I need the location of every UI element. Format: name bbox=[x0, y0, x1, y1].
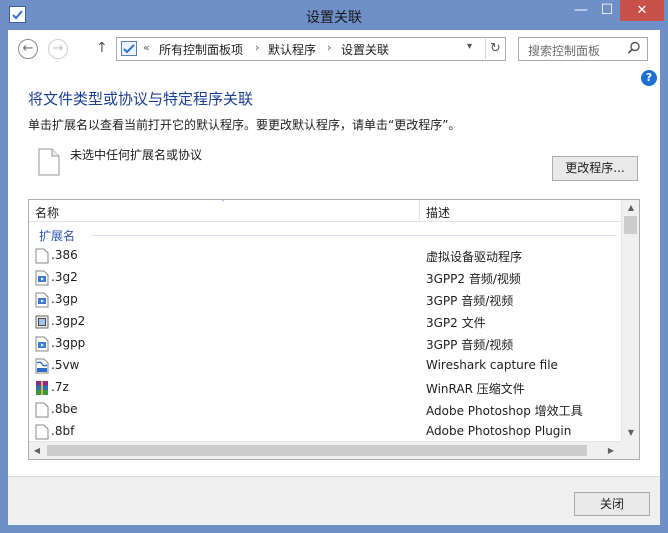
minimize-button[interactable]: — bbox=[568, 0, 594, 21]
extension-name: .8be bbox=[51, 402, 78, 416]
media-file-icon bbox=[35, 270, 49, 286]
close-button[interactable]: 关闭 bbox=[574, 492, 650, 516]
column-divider[interactable] bbox=[419, 200, 420, 222]
breadcrumb-control-panel[interactable]: 所有控制面板项 bbox=[159, 41, 243, 58]
extension-description: Wireshark capture file bbox=[426, 358, 558, 372]
help-icon[interactable]: ? bbox=[641, 70, 657, 86]
control-panel-icon bbox=[121, 41, 137, 56]
blank-file-icon bbox=[35, 424, 49, 440]
maximize-button[interactable]: ☐ bbox=[594, 0, 620, 21]
list-item[interactable]: .3gp 3GPP 音频/视频 bbox=[29, 289, 621, 311]
page-title: 将文件类型或协议与特定程序关联 bbox=[28, 90, 254, 108]
column-header: ˄ 名称 描述 bbox=[29, 200, 621, 222]
list-item[interactable]: .386 虚拟设备驱动程序 bbox=[29, 245, 621, 267]
breadcrumb-set-associations[interactable]: 设置关联 bbox=[341, 41, 389, 58]
extension-description: 3GPP 音频/视频 bbox=[426, 338, 514, 352]
client-area: ← → ↑ « 所有控制面板项 › 默认程序 › 设置关联 ▾ ↻ 搜索控制面板 bbox=[8, 30, 660, 525]
scroll-up-icon[interactable]: ▲ bbox=[622, 200, 639, 216]
extension-name: .3gp bbox=[51, 292, 78, 306]
extension-description: Adobe Photoshop 增效工具 bbox=[426, 404, 583, 418]
extension-description: 3GP2 文件 bbox=[426, 316, 486, 330]
list-item[interactable]: .3g2 3GPP2 音频/视频 bbox=[29, 267, 621, 289]
extension-name: .386 bbox=[51, 248, 78, 262]
column-description-header[interactable]: 描述 bbox=[426, 204, 450, 221]
horizontal-scrollbar[interactable]: ◀ ▶ bbox=[29, 441, 621, 459]
scrollbar-corner bbox=[621, 441, 639, 459]
instruction-text: 单击扩展名以查看当前打开它的默认程序。要更改默认程序，请单击“更改程序”。 bbox=[28, 118, 461, 132]
extension-name: .5vw bbox=[51, 358, 80, 372]
extension-description: Adobe Photoshop Plugin bbox=[426, 424, 572, 438]
group-header-extensions[interactable]: 扩展名 bbox=[39, 227, 75, 244]
extension-name: .7z bbox=[51, 380, 69, 394]
vertical-scrollbar[interactable]: ▲ ▼ bbox=[621, 200, 639, 441]
list-item[interactable]: .3gpp 3GPP 音频/视频 bbox=[29, 333, 621, 355]
winrar-archive-icon bbox=[36, 381, 48, 395]
wireshark-file-icon bbox=[35, 358, 49, 374]
search-input[interactable]: 搜索控制面板 bbox=[518, 37, 648, 61]
list-item[interactable]: .7z WinRAR 压缩文件 bbox=[29, 377, 621, 399]
title-bar[interactable]: 设置关联 — ☐ ✕ bbox=[0, 0, 668, 30]
blank-file-icon bbox=[38, 148, 60, 176]
extension-name: .3gp2 bbox=[51, 314, 86, 328]
breadcrumb-separator[interactable]: › bbox=[327, 41, 331, 54]
extension-name: .3gpp bbox=[51, 336, 86, 350]
address-dropdown-icon[interactable]: ▾ bbox=[467, 41, 472, 52]
scroll-down-icon[interactable]: ▼ bbox=[622, 425, 639, 441]
column-name-header[interactable]: 名称 bbox=[35, 204, 59, 221]
media-file-icon bbox=[35, 336, 49, 352]
list-item[interactable]: .8be Adobe Photoshop 增效工具 bbox=[29, 399, 621, 421]
window: 设置关联 — ☐ ✕ ← → ↑ « 所有控制面板项 › 默认程序 › 设置关联… bbox=[0, 0, 668, 533]
extension-description: WinRAR 压缩文件 bbox=[426, 382, 525, 396]
association-list[interactable]: ˄ 名称 描述 扩展名 .386 虚拟设备驱动程序 .3g2 3GPP2 音频/… bbox=[28, 199, 640, 460]
breadcrumb-default-programs[interactable]: 默认程序 bbox=[268, 41, 316, 58]
close-window-button[interactable]: ✕ bbox=[620, 0, 664, 21]
group-divider bbox=[91, 235, 617, 236]
extension-name: .8bf bbox=[51, 424, 75, 438]
change-program-button[interactable]: 更改程序... bbox=[552, 156, 638, 181]
film-file-icon bbox=[35, 315, 49, 329]
media-file-icon bbox=[35, 292, 49, 308]
back-button[interactable]: ← bbox=[18, 39, 38, 59]
scroll-left-icon[interactable]: ◀ bbox=[29, 442, 45, 459]
refresh-icon[interactable]: ↻ bbox=[485, 39, 505, 59]
horizontal-scroll-thumb[interactable] bbox=[47, 445, 587, 456]
dialog-footer: 关闭 bbox=[8, 476, 660, 525]
breadcrumb-separator[interactable]: › bbox=[255, 41, 259, 54]
forward-button[interactable]: → bbox=[48, 39, 68, 59]
blank-file-icon bbox=[35, 248, 49, 264]
list-item[interactable]: .3gp2 3GP2 文件 bbox=[29, 311, 621, 333]
navigation-bar: ← → ↑ « 所有控制面板项 › 默认程序 › 设置关联 ▾ ↻ 搜索控制面板 bbox=[8, 30, 660, 70]
scroll-right-icon[interactable]: ▶ bbox=[603, 442, 619, 459]
up-button[interactable]: ↑ bbox=[96, 40, 108, 56]
extension-description: 虚拟设备驱动程序 bbox=[426, 250, 523, 264]
extension-description: 3GPP2 音频/视频 bbox=[426, 272, 521, 286]
list-item[interactable]: .8bf Adobe Photoshop Plugin bbox=[29, 421, 621, 443]
sort-indicator-icon: ˄ bbox=[221, 199, 225, 208]
address-bar[interactable]: « 所有控制面板项 › 默认程序 › 设置关联 ▾ ↻ bbox=[116, 37, 506, 61]
list-item[interactable]: .5vw Wireshark capture file bbox=[29, 355, 621, 377]
vertical-scroll-thumb[interactable] bbox=[624, 216, 637, 234]
blank-file-icon bbox=[35, 402, 49, 418]
extension-description: 3GPP 音频/视频 bbox=[426, 294, 514, 308]
extension-name: .3g2 bbox=[51, 270, 78, 284]
selection-status: 未选中任何扩展名或协议 bbox=[70, 148, 203, 162]
search-placeholder: 搜索控制面板 bbox=[528, 44, 601, 58]
breadcrumb-chevrons[interactable]: « bbox=[143, 41, 150, 54]
search-icon[interactable] bbox=[627, 41, 641, 55]
